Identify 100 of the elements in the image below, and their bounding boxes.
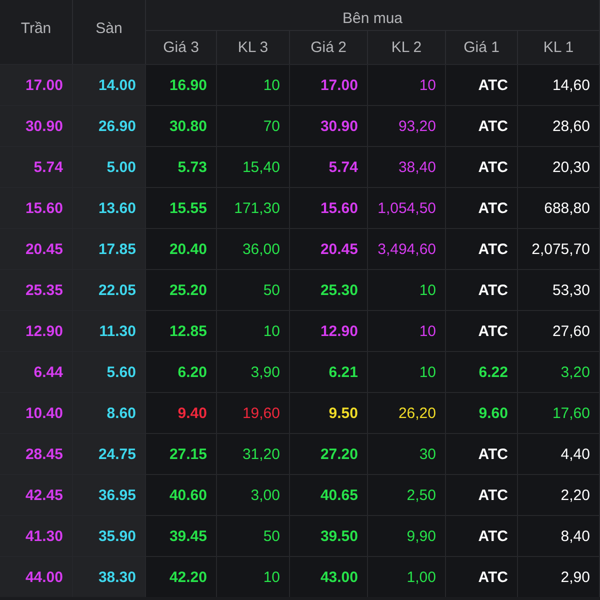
table-cell: 38.30 — [98, 568, 136, 586]
table-cell: 40.60 — [169, 486, 207, 504]
table-cell: 30.90 — [25, 118, 63, 134]
table-cell: 36,00 — [242, 240, 280, 258]
column-group-header: Bên mua — [342, 10, 403, 26]
table-cell: ATC — [478, 528, 508, 544]
table-cell: 2,075,70 — [532, 240, 590, 258]
table-cell: 10 — [419, 282, 436, 298]
table-cell: 6.22 — [478, 364, 508, 380]
table-cell: 20.45 — [320, 240, 358, 258]
table-cell: 12.90 — [320, 322, 358, 340]
table-cell: 9.60 — [478, 404, 508, 422]
table-cell: 27.20 — [320, 446, 358, 462]
table-cell: 43.00 — [320, 568, 358, 586]
table-cell: 9.50 — [328, 404, 358, 422]
table-cell: 25.20 — [169, 282, 207, 298]
table-cell: 14.00 — [98, 76, 136, 94]
table-cell: 15.60 — [320, 200, 358, 216]
table-cell: 93,20 — [398, 118, 436, 134]
table-cell: 5.00 — [106, 158, 136, 176]
table-cell: 10 — [263, 322, 280, 340]
table-cell: 17.85 — [98, 240, 136, 258]
table-cell: 26,20 — [398, 404, 436, 422]
table-cell: 2,90 — [560, 568, 590, 586]
table-cell: 35.90 — [98, 528, 136, 544]
table-cell: 27,60 — [552, 322, 590, 340]
table-cell: 5.74 — [328, 158, 358, 176]
table-cell: 31,20 — [242, 446, 280, 462]
table-cell: 30.90 — [320, 118, 358, 134]
column-header: Giá 1 — [464, 39, 500, 56]
table-cell: 5.74 — [34, 158, 63, 176]
table-cell: 1,054,50 — [378, 200, 436, 216]
table-cell: 42.45 — [25, 486, 63, 504]
table-cell: 8.60 — [106, 404, 136, 422]
table-cell: 10 — [419, 76, 436, 94]
table-cell: 17,60 — [552, 404, 590, 422]
table-cell: 28,60 — [552, 118, 590, 134]
table-cell: ATC — [478, 486, 508, 504]
table-cell: 171,30 — [234, 200, 280, 216]
table-cell: 2,20 — [560, 486, 590, 504]
table-cell: 10 — [419, 364, 436, 380]
table-cell: 5.73 — [178, 158, 207, 176]
table-cell: 16.90 — [169, 76, 207, 94]
table-cell: 5.60 — [106, 364, 136, 380]
table-cell: 24.75 — [98, 446, 136, 462]
table-cell: ATC — [478, 200, 508, 216]
table-cell: 20,30 — [552, 158, 590, 176]
table-cell: 28.45 — [25, 446, 63, 462]
table-cell: 17.00 — [25, 76, 63, 94]
table-cell: 30.80 — [169, 118, 207, 134]
table-cell: 10 — [263, 76, 280, 94]
table-cell: 40.65 — [320, 486, 358, 504]
table-cell: 14,60 — [552, 76, 590, 94]
table-cell: 10 — [419, 322, 436, 340]
table-cell: 39.45 — [169, 528, 207, 544]
column-header: KL 1 — [543, 39, 574, 56]
column-header: KL 3 — [238, 39, 268, 56]
column-header: Trần — [20, 20, 52, 36]
table-cell: 50 — [263, 282, 280, 298]
table-cell: 12.90 — [25, 322, 63, 340]
table-cell: 44.00 — [25, 568, 63, 586]
column-header: KL 2 — [391, 39, 422, 56]
table-cell: 30 — [419, 446, 436, 462]
table-cell: 4,40 — [560, 446, 590, 462]
column-header: Giá 2 — [310, 39, 346, 56]
table-cell: ATC — [478, 118, 508, 134]
table-cell: 6.20 — [178, 364, 207, 380]
table-cell: 17.00 — [320, 76, 358, 94]
table-cell: 688,80 — [544, 200, 590, 216]
table-cell: ATC — [478, 322, 508, 340]
table-cell: 22.05 — [98, 282, 136, 298]
table-cell: 6.44 — [34, 364, 63, 380]
table-cell: 53,30 — [552, 282, 590, 298]
table-cell: 15,40 — [242, 158, 280, 176]
table-cell: 15.60 — [25, 200, 63, 216]
table-cell: 3,00 — [250, 486, 280, 504]
table-cell: ATC — [478, 76, 508, 94]
table-cell: 36.95 — [98, 486, 136, 504]
table-cell: 70 — [263, 118, 280, 134]
column-header: Sàn — [96, 20, 122, 36]
table-cell: 1,00 — [406, 568, 436, 586]
table-cell: 3,20 — [560, 364, 590, 380]
table-cell: 20.40 — [169, 240, 207, 258]
table-cell: 8,40 — [560, 528, 590, 544]
table-cell: 15.55 — [169, 200, 207, 216]
table-cell: 3,494,60 — [378, 240, 436, 258]
table-cell: 19,60 — [242, 404, 280, 422]
table-cell: ATC — [478, 158, 508, 176]
table-cell: ATC — [478, 568, 508, 586]
table-cell: ATC — [478, 282, 508, 298]
table-cell: 6.21 — [328, 364, 358, 380]
table-cell: 39.50 — [320, 528, 358, 544]
table-cell: 3,90 — [250, 364, 280, 380]
table-cell: 11.30 — [99, 322, 136, 340]
table-cell: ATC — [478, 240, 508, 258]
table-cell: 42.20 — [169, 568, 207, 586]
table-cell: 10 — [263, 568, 280, 586]
table-cell: 13.60 — [98, 200, 136, 216]
table-cell: 2,50 — [406, 486, 436, 504]
table-cell: 9,90 — [406, 528, 436, 544]
